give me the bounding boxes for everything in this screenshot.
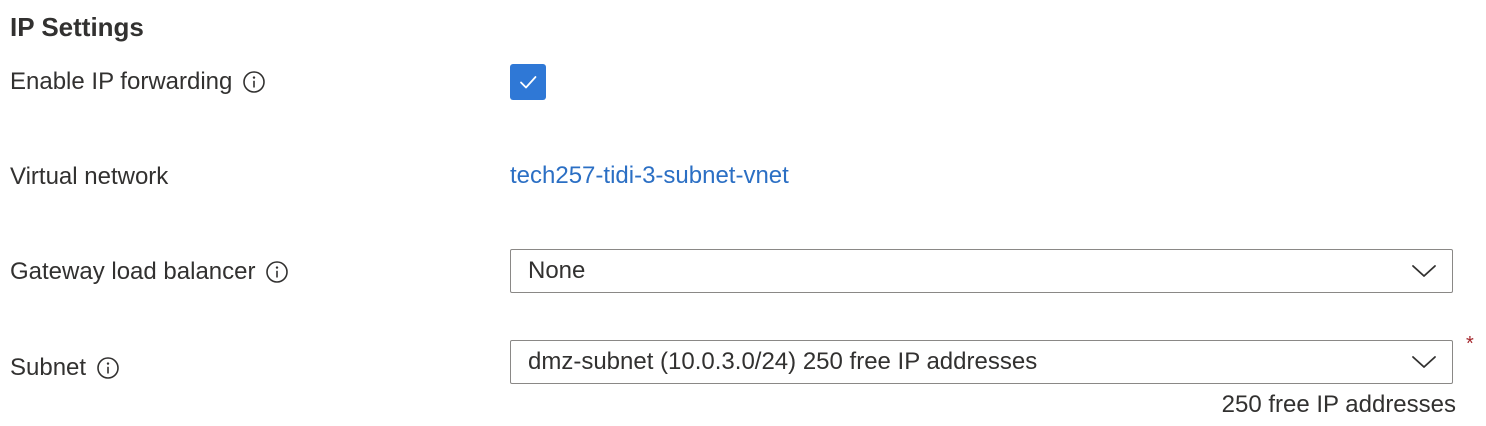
virtual-network-label: Virtual network — [10, 163, 169, 190]
section-title: IP Settings — [10, 12, 144, 42]
ip-settings-panel: IP Settings Enable IP forwarding Virtual… — [0, 0, 1486, 426]
info-icon[interactable] — [242, 70, 266, 94]
subnet-label: Subnet — [10, 354, 87, 381]
ip-forwarding-label-row: Enable IP forwarding — [10, 66, 266, 98]
subnet-selected-value: dmz-subnet (10.0.3.0/24) 250 free IP add… — [528, 348, 1038, 375]
required-marker: * — [1466, 333, 1474, 355]
subnet-helper-text: 250 free IP addresses — [1221, 391, 1456, 418]
subnet-dropdown[interactable]: dmz-subnet (10.0.3.0/24) 250 free IP add… — [510, 340, 1453, 384]
gateway-lb-dropdown[interactable]: None — [510, 249, 1453, 293]
chevron-down-icon — [1410, 348, 1438, 376]
virtual-network-label-row: Virtual network — [10, 161, 168, 193]
info-icon[interactable] — [265, 260, 289, 284]
subnet-label-row: Subnet — [10, 352, 120, 384]
ip-forwarding-checkbox[interactable] — [510, 64, 546, 100]
gateway-lb-label: Gateway load balancer — [10, 258, 256, 285]
chevron-down-icon — [1410, 257, 1438, 285]
ip-forwarding-label: Enable IP forwarding — [10, 68, 233, 95]
gateway-lb-label-row: Gateway load balancer — [10, 256, 289, 288]
gateway-lb-selected-value: None — [528, 257, 586, 284]
info-icon[interactable] — [96, 356, 120, 380]
checkmark-icon — [520, 76, 537, 89]
virtual-network-link[interactable]: tech257-tidi-3-subnet-vnet — [510, 160, 789, 192]
